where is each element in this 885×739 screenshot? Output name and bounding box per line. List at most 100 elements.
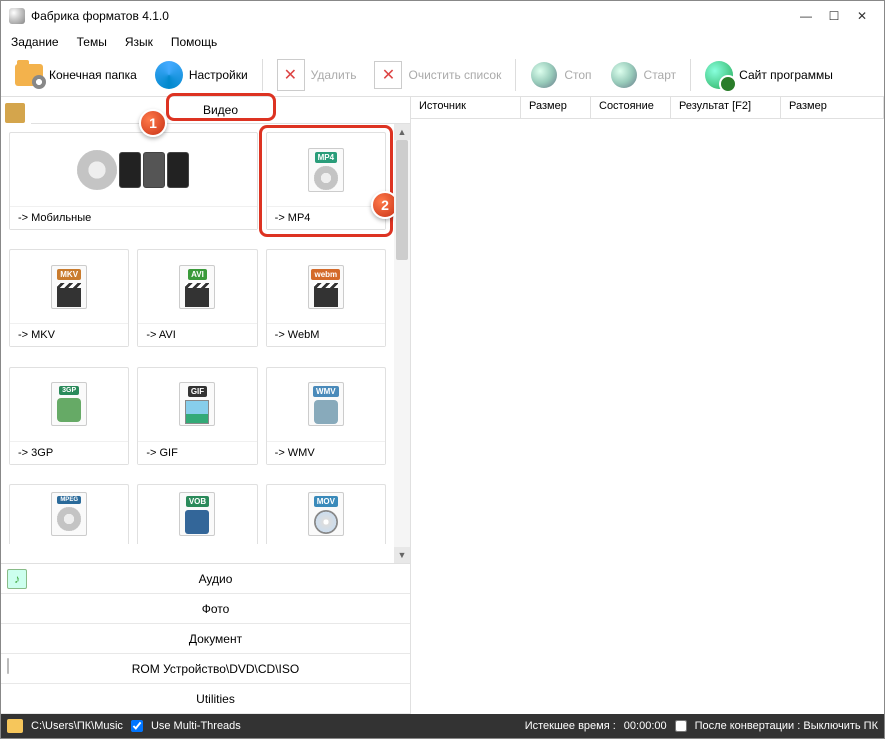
- tutorial-marker-1: 1: [139, 109, 167, 137]
- delete-icon: [277, 61, 305, 89]
- category-video[interactable]: Видео 1: [31, 97, 410, 124]
- start-button[interactable]: Старт: [602, 57, 685, 93]
- right-panel: Источник Размер Состояние Результат [F2]…: [411, 97, 884, 714]
- separator: [515, 59, 516, 91]
- folder-icon: [15, 61, 43, 89]
- stop-icon: [530, 61, 558, 89]
- settings-button[interactable]: Настройки: [147, 57, 256, 93]
- settings-label: Настройки: [189, 68, 248, 82]
- format-grid: -> Мобильные MP4 -> MP4 2 MKV -> MKV AVI: [1, 124, 394, 563]
- minimize-button[interactable]: —: [792, 6, 820, 26]
- 3gp-file-icon: 3GP: [10, 368, 128, 441]
- scroll-track[interactable]: [394, 140, 410, 547]
- col-result[interactable]: Результат [F2]: [671, 97, 781, 118]
- tile-gif[interactable]: GIF -> GIF: [137, 367, 257, 465]
- tile-mkv-label: -> MKV: [10, 323, 128, 346]
- delete-label: Удалить: [311, 68, 357, 82]
- document-icon: [7, 629, 27, 649]
- photo-icon: [7, 599, 27, 619]
- mobile-devices-icon: [10, 133, 257, 206]
- col-size[interactable]: Размер: [521, 97, 591, 118]
- app-icon: [9, 8, 25, 24]
- after-convert-label: После конвертации : Выключить ПК: [695, 720, 878, 732]
- category-audio-label: Аудио: [27, 572, 404, 586]
- tile-mp4[interactable]: MP4 -> MP4 2: [266, 132, 386, 230]
- stop-label: Стоп: [564, 68, 591, 82]
- stop-button[interactable]: Стоп: [522, 57, 599, 93]
- vob-file-icon: VOB: [138, 485, 256, 544]
- status-path[interactable]: C:\Users\ПК\Music: [31, 720, 123, 732]
- category-photo-label: Фото: [27, 602, 404, 616]
- status-folder-icon[interactable]: [7, 719, 23, 733]
- tile-mp4-label: -> MP4: [267, 206, 385, 229]
- tile-mobile-label: -> Мобильные: [10, 206, 257, 229]
- delete-button[interactable]: Удалить: [269, 57, 365, 93]
- tile-wmv[interactable]: WMV -> WMV: [266, 367, 386, 465]
- clear-list-label: Очистить список: [408, 68, 501, 82]
- category-photo[interactable]: Фото: [1, 594, 410, 624]
- separator: [690, 59, 691, 91]
- tile-mkv[interactable]: MKV -> MKV: [9, 249, 129, 347]
- tile-gif-label: -> GIF: [138, 441, 256, 464]
- wmv-file-icon: WMV: [267, 368, 385, 441]
- output-folder-button[interactable]: Конечная папка: [7, 57, 145, 93]
- titlebar: Фабрика форматов 4.1.0 — ☐ ✕: [1, 1, 884, 31]
- category-utilities-label: Utilities: [27, 692, 404, 706]
- clear-icon: ✕: [374, 61, 402, 89]
- separator: [262, 59, 263, 91]
- swirl-icon: [155, 61, 183, 89]
- tile-mpeg[interactable]: MPEG: [9, 484, 129, 544]
- tile-3gp[interactable]: 3GP -> 3GP: [9, 367, 129, 465]
- statusbar: C:\Users\ПК\Music Use Multi-Threads Исте…: [1, 714, 884, 738]
- mp4-file-icon: MP4: [267, 133, 385, 206]
- menu-language[interactable]: Язык: [123, 33, 155, 51]
- col-size2[interactable]: Размер: [781, 97, 884, 118]
- category-list: ♪ Аудио Фото Документ ROM Устройство\DVD…: [1, 563, 410, 714]
- scroll-up-button[interactable]: ▲: [394, 124, 410, 140]
- main-area: Видео 1 -> Мобильные: [1, 97, 884, 714]
- category-rom[interactable]: ROM Устройство\DVD\CD\ISO: [1, 654, 410, 684]
- scroll-thumb[interactable]: [396, 140, 408, 260]
- tile-wmv-label: -> WMV: [267, 441, 385, 464]
- queue-body[interactable]: [411, 119, 884, 714]
- tutorial-marker-2: 2: [371, 191, 394, 219]
- tile-avi[interactable]: AVI -> AVI: [137, 249, 257, 347]
- website-label: Сайт программы: [739, 68, 833, 82]
- multithreads-checkbox[interactable]: [131, 720, 143, 732]
- col-state[interactable]: Состояние: [591, 97, 671, 118]
- category-audio[interactable]: ♪ Аудио: [1, 564, 410, 594]
- globe-icon: [705, 61, 733, 89]
- mkv-file-icon: MKV: [10, 250, 128, 323]
- after-convert-checkbox[interactable]: [675, 720, 687, 732]
- format-grid-area: -> Мобильные MP4 -> MP4 2 MKV -> MKV AVI: [1, 124, 410, 563]
- grid-scrollbar[interactable]: ▲ ▼: [394, 124, 410, 563]
- website-button[interactable]: Сайт программы: [697, 57, 841, 93]
- menu-themes[interactable]: Темы: [75, 33, 109, 51]
- clear-list-button[interactable]: ✕ Очистить список: [366, 57, 509, 93]
- output-folder-label: Конечная папка: [49, 68, 137, 82]
- close-button[interactable]: ✕: [848, 6, 876, 26]
- toolbar: Конечная папка Настройки Удалить ✕ Очист…: [1, 53, 884, 97]
- scroll-down-button[interactable]: ▼: [394, 547, 410, 563]
- left-panel: Видео 1 -> Мобильные: [1, 97, 411, 714]
- menu-help[interactable]: Помощь: [169, 33, 219, 51]
- tile-vob[interactable]: VOB: [137, 484, 257, 544]
- window-title: Фабрика форматов 4.1.0: [31, 9, 792, 23]
- queue-header: Источник Размер Состояние Результат [F2]…: [411, 97, 884, 119]
- mov-file-icon: MOV: [267, 485, 385, 544]
- category-utilities[interactable]: Utilities: [1, 684, 410, 714]
- avi-file-icon: AVI: [138, 250, 256, 323]
- col-source[interactable]: Источник: [411, 97, 521, 118]
- tile-3gp-label: -> 3GP: [10, 441, 128, 464]
- tile-mobile[interactable]: -> Мобильные: [9, 132, 258, 230]
- start-icon: [610, 61, 638, 89]
- category-document[interactable]: Документ: [1, 624, 410, 654]
- menu-task[interactable]: Задание: [9, 33, 61, 51]
- tile-webm[interactable]: webm -> WebM: [266, 249, 386, 347]
- gif-file-icon: GIF: [138, 368, 256, 441]
- category-video-label: Видео: [203, 103, 238, 117]
- tile-mov[interactable]: MOV: [266, 484, 386, 544]
- elapsed-value: 00:00:00: [624, 720, 667, 732]
- category-rom-label: ROM Устройство\DVD\CD\ISO: [27, 662, 404, 676]
- maximize-button[interactable]: ☐: [820, 6, 848, 26]
